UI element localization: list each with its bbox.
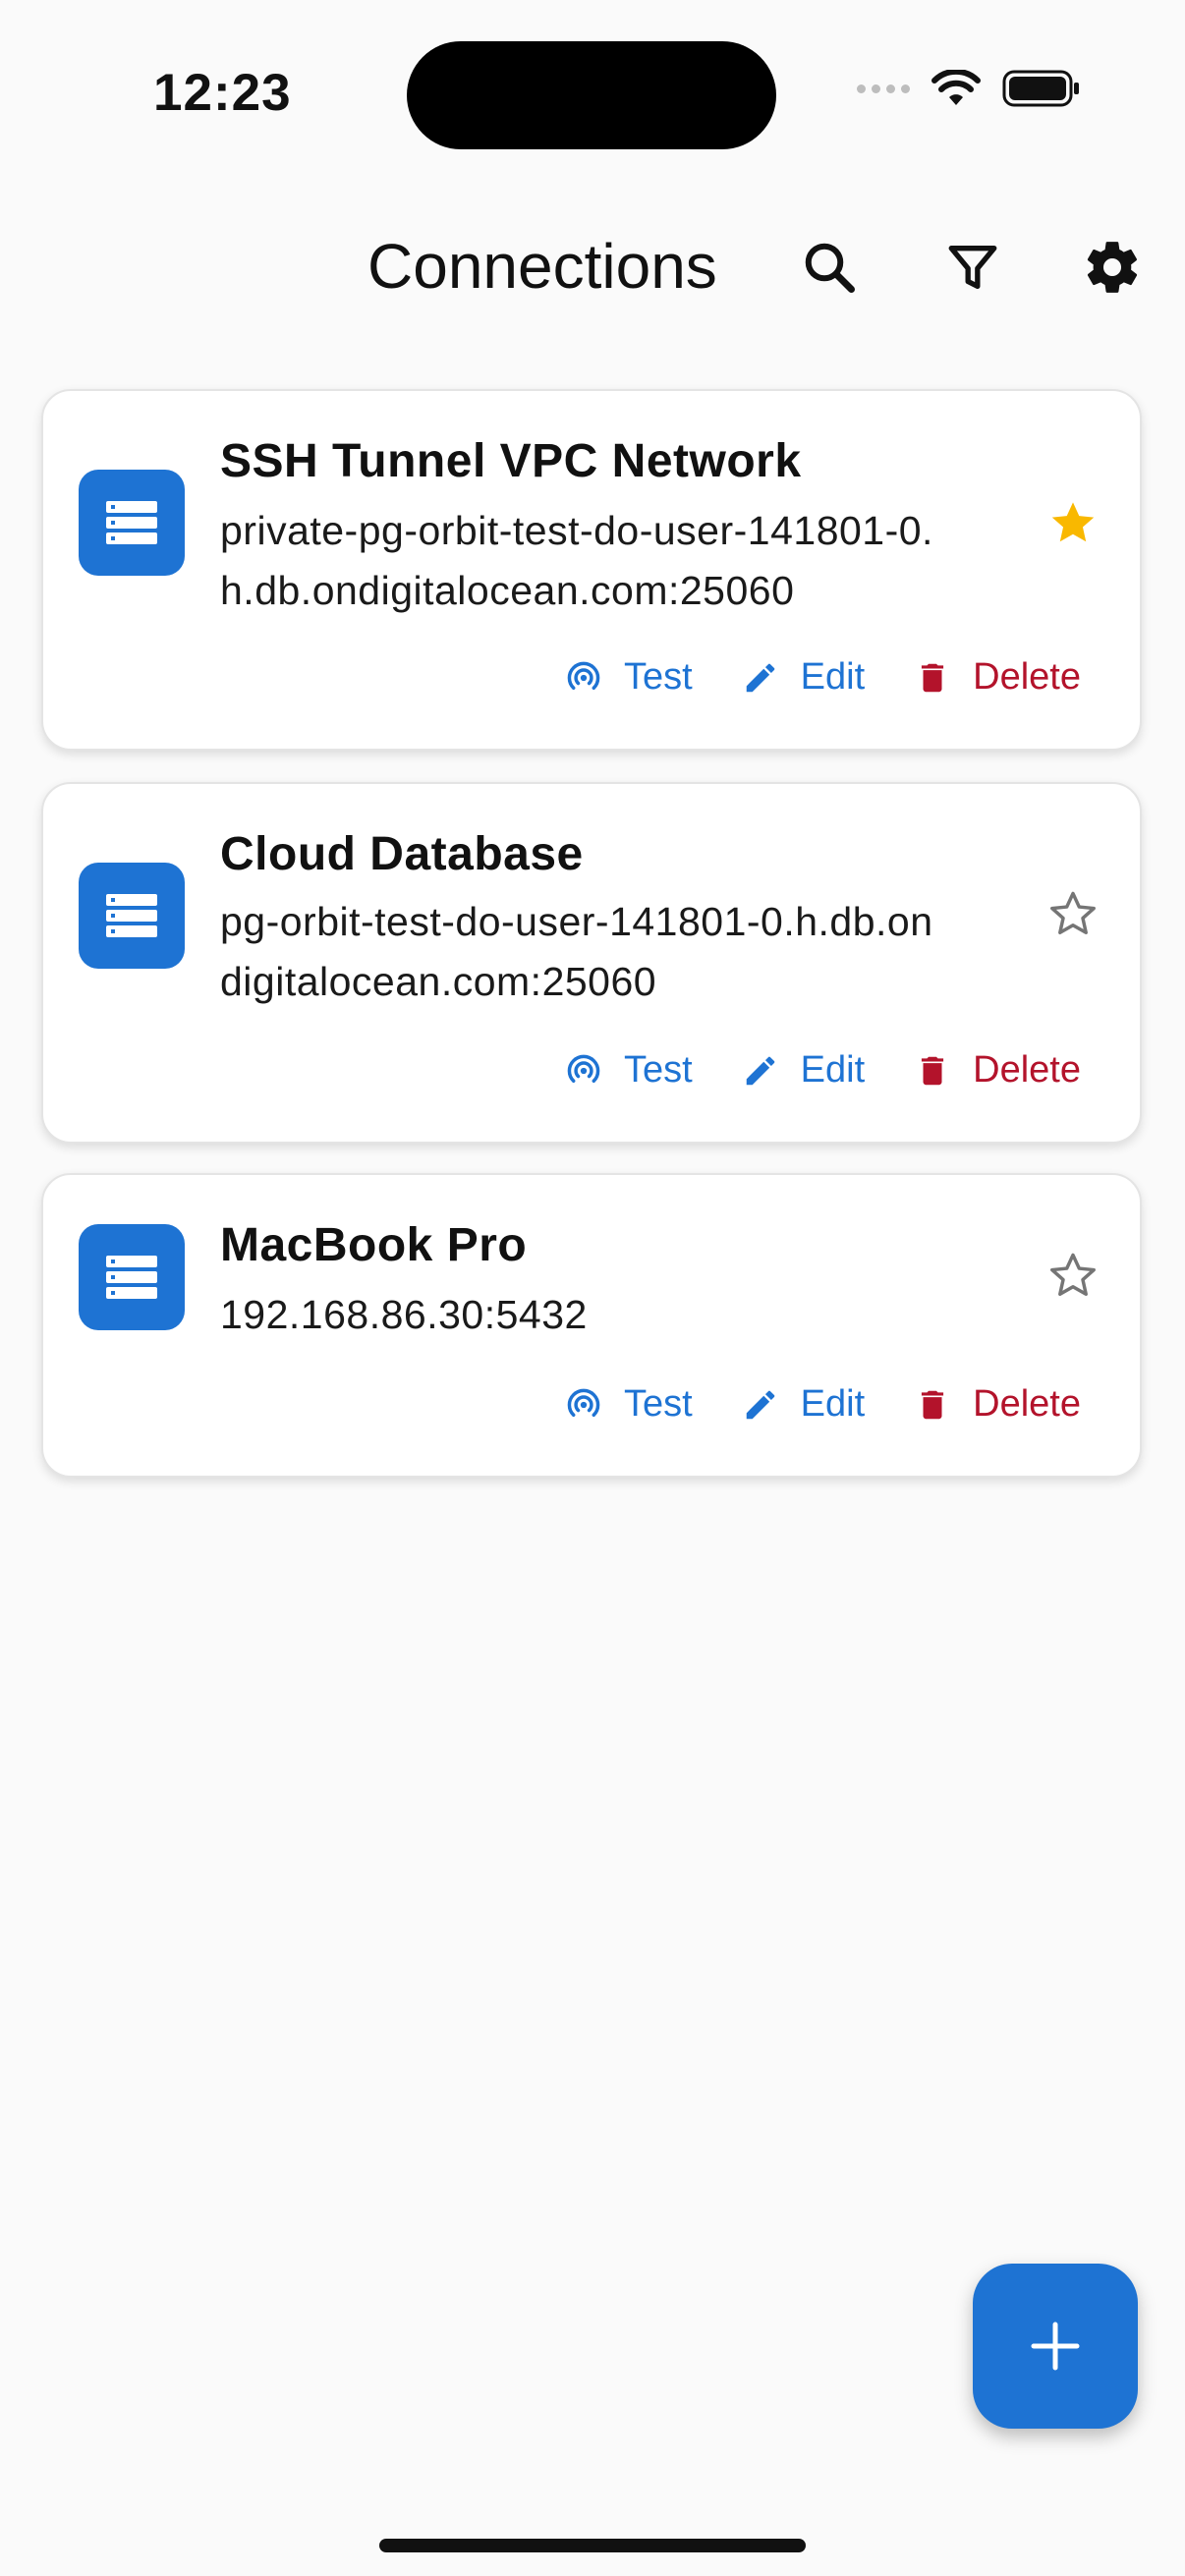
connection-host-line: private-pg-orbit-test-do-user-141801-0. — [220, 508, 933, 553]
edit-button[interactable]: Edit — [742, 1383, 865, 1426]
trash-icon — [922, 663, 944, 692]
edit-button[interactable]: Edit — [742, 1049, 865, 1092]
pencil-icon — [746, 663, 774, 692]
connection-card[interactable]: MacBook Pro 192.168.86.30:5432 Test Edit… — [41, 1173, 1142, 1478]
connection-host-line: h.db.ondigitalocean.com:25060 — [220, 568, 795, 613]
delete-label: Delete — [973, 656, 1081, 698]
dynamic-island — [407, 41, 776, 149]
connection-name: SSH Tunnel VPC Network — [220, 435, 802, 487]
connection-name: Cloud Database — [220, 828, 584, 880]
card-actions: Test Edit Delete — [565, 1383, 1081, 1426]
delete-button[interactable]: Delete — [914, 1383, 1081, 1426]
connection-card[interactable]: Cloud Database pg-orbit-test-do-user-141… — [41, 782, 1142, 1144]
test-button[interactable]: Test — [565, 1049, 693, 1092]
pencil-icon — [746, 1390, 774, 1419]
search-icon[interactable] — [798, 236, 861, 299]
delete-button[interactable]: Delete — [914, 1049, 1081, 1092]
card-actions: Test Edit Delete — [565, 656, 1081, 699]
pencil-icon — [746, 1056, 774, 1085]
edit-label: Edit — [800, 1383, 866, 1425]
database-icon — [79, 470, 185, 576]
add-connection-button[interactable] — [973, 2264, 1138, 2429]
connection-test-icon — [567, 1054, 600, 1083]
edit-label: Edit — [800, 1049, 866, 1091]
edit-label: Edit — [800, 656, 866, 698]
connection-host-line: 192.168.86.30:5432 — [220, 1292, 588, 1337]
connection-test-icon — [567, 1388, 600, 1417]
status-indicators — [857, 69, 1081, 108]
connection-host: 192.168.86.30:5432 — [220, 1285, 1045, 1345]
page-title: Connections — [367, 231, 717, 302]
favorite-star-icon[interactable] — [1045, 1248, 1100, 1303]
card-actions: Test Edit Delete — [565, 1049, 1081, 1092]
status-time: 12:23 — [153, 64, 292, 122]
connection-card[interactable]: SSH Tunnel VPC Network private-pg-orbit-… — [41, 389, 1142, 751]
connection-name: MacBook Pro — [220, 1219, 528, 1271]
delete-label: Delete — [973, 1383, 1081, 1425]
delete-label: Delete — [973, 1049, 1081, 1091]
trash-icon — [922, 1056, 944, 1085]
filter-icon[interactable] — [941, 236, 1004, 299]
edit-button[interactable]: Edit — [742, 656, 865, 699]
status-bar: 12:23 — [0, 0, 1185, 187]
favorite-star-icon[interactable] — [1045, 886, 1100, 941]
test-button[interactable]: Test — [565, 656, 693, 699]
trash-icon — [922, 1390, 944, 1419]
cellular-signal-icon — [857, 84, 910, 93]
app-bar: Connections — [0, 196, 1185, 334]
test-label: Test — [623, 1383, 693, 1425]
test-label: Test — [623, 1049, 693, 1091]
database-icon — [79, 863, 185, 969]
connection-host: pg-orbit-test-do-user-141801-0.h.db.on d… — [220, 892, 1045, 1012]
database-icon — [79, 1224, 185, 1330]
test-button[interactable]: Test — [565, 1383, 693, 1426]
delete-button[interactable]: Delete — [914, 656, 1081, 699]
connection-test-icon — [567, 661, 600, 690]
connection-host: private-pg-orbit-test-do-user-141801-0. … — [220, 501, 1045, 621]
test-label: Test — [623, 656, 693, 698]
plus-icon — [1031, 2322, 1080, 2371]
connection-host-line: pg-orbit-test-do-user-141801-0.h.db.on — [220, 899, 933, 944]
battery-icon — [1002, 70, 1079, 107]
settings-icon[interactable] — [1081, 236, 1144, 299]
favorite-star-icon[interactable] — [1045, 495, 1100, 550]
connection-host-line: digitalocean.com:25060 — [220, 959, 657, 1004]
home-indicator[interactable] — [379, 2539, 806, 2552]
wifi-icon — [931, 70, 981, 105]
